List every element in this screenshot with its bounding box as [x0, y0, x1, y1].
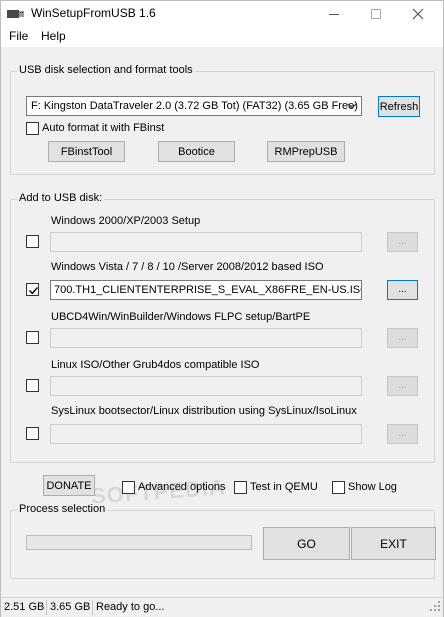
usb-group-title: USB disk selection and format tools: [17, 64, 195, 76]
auto-format-checkbox[interactable]: [26, 122, 39, 135]
browse-button-syslinux[interactable]: ...: [387, 424, 418, 444]
title-bar: WinSetupFromUSB 1.6: [1, 1, 443, 27]
source-label-ubcd4win: UBCD4Win/WinBuilder/Windows FLPC setup/B…: [51, 311, 311, 323]
source-path-linux-iso[interactable]: [50, 376, 362, 396]
refresh-button[interactable]: Refresh: [378, 96, 420, 117]
app-window: WinSetupFromUSB 1.6 File Help USB disk s…: [0, 0, 444, 617]
bootice-button[interactable]: Bootice: [158, 141, 235, 162]
status-free-size: 3.65 GB: [50, 601, 91, 613]
advanced-options-checkbox[interactable]: [122, 481, 135, 494]
resize-grip-icon[interactable]: [430, 601, 441, 615]
show-log-checkbox[interactable]: [332, 481, 345, 494]
maximize-button[interactable]: [355, 1, 397, 27]
source-path-ubcd4win[interactable]: [50, 328, 362, 348]
status-separator: [46, 600, 47, 615]
chevron-down-icon: [347, 101, 357, 114]
source-label-syslinux: SysLinux bootsector/Linux distribution u…: [51, 405, 357, 417]
browse-button-vista-plus[interactable]: ...: [387, 280, 418, 300]
test-qemu-checkbox[interactable]: [234, 481, 247, 494]
source-path-vista-plus[interactable]: 700.TH1_CLIENTENTERPRISE_S_EVAL_X86FRE_E…: [50, 280, 362, 300]
close-icon: [412, 8, 424, 20]
source-path-syslinux[interactable]: [50, 424, 362, 444]
donate-button[interactable]: DONATE: [43, 475, 95, 496]
close-button[interactable]: [397, 1, 439, 27]
source-label-linux-iso: Linux ISO/Other Grub4dos compatible ISO: [51, 359, 260, 371]
browse-button-ubcd4win[interactable]: ...: [387, 328, 418, 348]
maximize-icon: [371, 9, 381, 19]
source-checkbox-vista-plus[interactable]: [26, 283, 39, 296]
source-checkbox-win2000[interactable]: [26, 235, 39, 248]
source-label-vista-plus: Windows Vista / 7 / 8 / 10 /Server 2008/…: [51, 261, 324, 273]
show-log-label: Show Log: [348, 481, 397, 493]
auto-format-label: Auto format it with FBinst: [42, 122, 165, 134]
status-total-size: 2.51 GB: [4, 601, 45, 613]
source-path-win2000[interactable]: [50, 232, 362, 252]
menu-file[interactable]: File: [9, 29, 28, 43]
process-group-title: Process selection: [17, 503, 108, 515]
go-button[interactable]: GO: [263, 527, 350, 560]
status-separator: [92, 600, 93, 615]
source-checkbox-syslinux[interactable]: [26, 427, 39, 440]
menu-help[interactable]: Help: [41, 29, 66, 43]
progress-bar: [26, 535, 252, 550]
usb-disk-select[interactable]: F: Kingston DataTraveler 2.0 (3.72 GB To…: [26, 96, 362, 116]
menu-bar: File Help: [1, 27, 443, 47]
exit-button[interactable]: EXIT: [351, 527, 436, 560]
status-bar: 2.51 GB 3.65 GB Ready to go...: [1, 597, 443, 617]
rmprepusb-button[interactable]: RMPrepUSB: [267, 141, 345, 162]
source-label-win2000: Windows 2000/XP/2003 Setup: [51, 215, 201, 227]
browse-button-win2000[interactable]: ...: [387, 232, 418, 252]
checkmark-icon: [29, 287, 39, 295]
source-checkbox-linux-iso[interactable]: [26, 379, 39, 392]
test-qemu-label: Test in QEMU: [250, 481, 318, 493]
usb-drive-icon: [7, 8, 25, 20]
source-checkbox-ubcd4win[interactable]: [26, 331, 39, 344]
fbinsttool-button[interactable]: FBinstTool: [48, 141, 125, 162]
minimize-button[interactable]: [313, 1, 355, 27]
usb-disk-select-value: F: Kingston DataTraveler 2.0 (3.72 GB To…: [31, 100, 358, 112]
status-message: Ready to go...: [96, 601, 165, 613]
source-path-vista-plus-value: 700.TH1_CLIENTENTERPRISE_S_EVAL_X86FRE_E…: [54, 284, 362, 296]
window-title: WinSetupFromUSB 1.6: [31, 6, 156, 20]
minimize-icon: [329, 14, 339, 15]
browse-button-linux-iso[interactable]: ...: [387, 376, 418, 396]
add-group-title: Add to USB disk:: [17, 192, 105, 204]
advanced-options-label: Advanced options: [138, 481, 226, 493]
